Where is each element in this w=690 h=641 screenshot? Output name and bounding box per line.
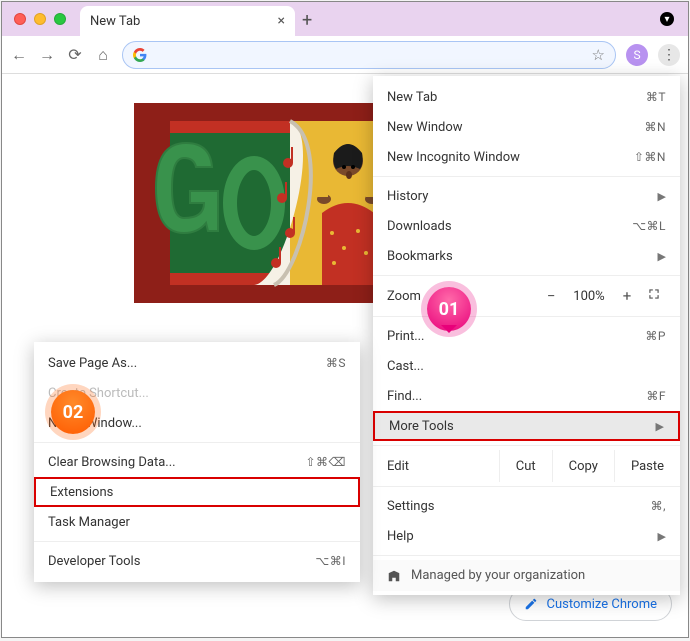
customize-chrome-label: Customize Chrome (546, 597, 657, 612)
browser-window: New Tab × + ▾ ← → ⟳ ⌂ ☆ S ⋮ (1, 1, 689, 638)
chrome-main-menu: New Tab⌘T New Window⌘N New Incognito Win… (373, 76, 680, 595)
pencil-icon (524, 597, 538, 611)
zoom-out-button[interactable]: − (536, 287, 566, 305)
menu-item-new-incognito[interactable]: New Incognito Window⇧⌘N (373, 142, 680, 172)
menu-item-downloads[interactable]: Downloads⌥⌘L (373, 211, 680, 241)
chevron-right-icon: ▶ (658, 530, 666, 543)
menu-item-zoom: Zoom − 100% + (373, 280, 680, 312)
managed-by-org-notice: Managed by your organization (373, 560, 680, 591)
browser-toolbar: ← → ⟳ ⌂ ☆ S ⋮ (2, 36, 688, 74)
zoom-value: 100% (566, 289, 612, 304)
menu-item-find[interactable]: Find...⌘F (373, 381, 680, 411)
bookmark-star-icon[interactable]: ☆ (592, 46, 605, 64)
google-g-icon (133, 48, 147, 62)
home-button[interactable]: ⌂ (94, 45, 112, 65)
menu-item-bookmarks[interactable]: Bookmarks▶ (373, 241, 680, 271)
close-window-button[interactable] (14, 13, 26, 25)
submenu-item-clear-browsing-data[interactable]: Clear Browsing Data...⇧⌘⌫ (34, 447, 360, 477)
menu-separator (34, 442, 360, 443)
chevron-right-icon: ▶ (656, 420, 664, 433)
kebab-menu-button[interactable]: ⋮ (658, 44, 680, 66)
back-button[interactable]: ← (10, 45, 28, 65)
menu-separator (34, 541, 360, 542)
sync-status-icon[interactable]: ▾ (660, 12, 674, 26)
chevron-right-icon: ▶ (658, 250, 666, 263)
menu-separator (373, 555, 680, 556)
edit-paste-button[interactable]: Paste (614, 450, 680, 482)
zoom-in-button[interactable]: + (612, 287, 642, 305)
menu-separator (373, 316, 680, 317)
menu-item-new-tab[interactable]: New Tab⌘T (373, 82, 680, 112)
menu-item-settings[interactable]: Settings⌘, (373, 491, 680, 521)
menu-separator (373, 176, 680, 177)
menu-item-cast[interactable]: Cast... (373, 351, 680, 381)
close-tab-icon[interactable]: × (278, 13, 285, 29)
window-controls (2, 13, 66, 25)
minimize-window-button[interactable] (34, 13, 46, 25)
menu-item-new-window[interactable]: New Window⌘N (373, 112, 680, 142)
menu-separator (373, 445, 680, 446)
new-tab-button[interactable]: + (302, 10, 312, 31)
browser-tab[interactable]: New Tab × (80, 6, 295, 36)
submenu-item-task-manager[interactable]: Task Manager (34, 507, 360, 537)
reload-button[interactable]: ⟳ (66, 45, 84, 64)
menu-item-more-tools[interactable]: More Tools▶ (373, 411, 680, 441)
profile-avatar[interactable]: S (626, 44, 648, 66)
address-bar[interactable]: ☆ (122, 41, 616, 69)
menu-separator (373, 486, 680, 487)
menu-item-history[interactable]: History▶ (373, 181, 680, 211)
building-icon (387, 569, 401, 583)
submenu-item-developer-tools[interactable]: Developer Tools⌥⌘I (34, 546, 360, 576)
edit-cut-button[interactable]: Cut (499, 450, 552, 482)
forward-button[interactable]: → (38, 45, 56, 65)
menu-item-edit: Edit Cut Copy Paste (373, 450, 680, 482)
callout-badge-2: 02 (51, 390, 95, 434)
menu-item-help[interactable]: Help▶ (373, 521, 680, 551)
tab-title: New Tab (90, 14, 140, 29)
menu-item-print[interactable]: Print...⌘P (373, 321, 680, 351)
fullscreen-window-button[interactable] (54, 13, 66, 25)
submenu-item-save-page[interactable]: Save Page As...⌘S (34, 348, 360, 378)
fullscreen-button[interactable] (642, 287, 666, 305)
menu-separator (373, 275, 680, 276)
callout-badge-1: 01 (427, 287, 471, 331)
tab-strip: New Tab × + ▾ (2, 2, 688, 36)
edit-copy-button[interactable]: Copy (552, 450, 614, 482)
chevron-right-icon: ▶ (658, 190, 666, 203)
submenu-item-extensions[interactable]: Extensions (34, 477, 360, 507)
more-tools-submenu: Save Page As...⌘S Create Shortcut... Nam… (34, 342, 360, 582)
